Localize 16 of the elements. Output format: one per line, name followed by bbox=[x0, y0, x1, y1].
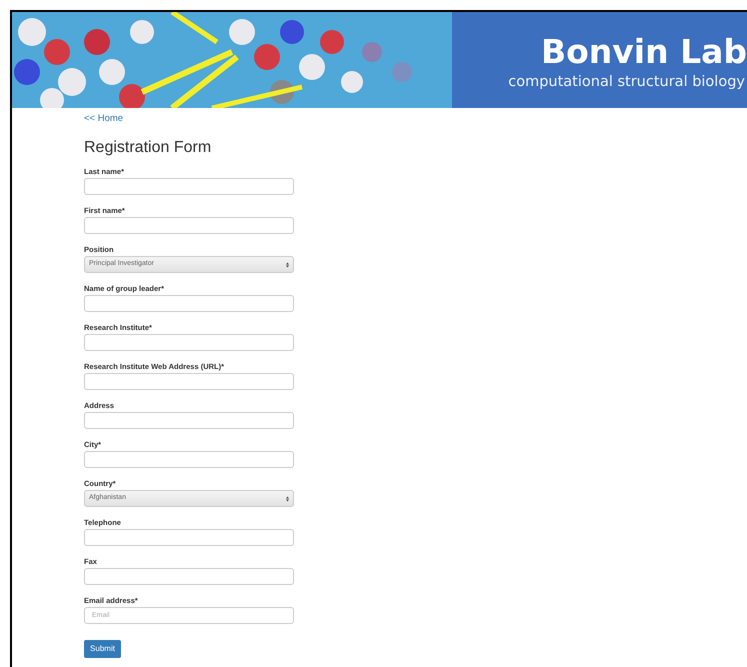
text-field[interactable] bbox=[84, 295, 294, 312]
home-link[interactable]: << Home bbox=[84, 113, 124, 125]
banner-subtitle: computational structural biology bbox=[508, 73, 745, 92]
banner-title: Bonvin Lab bbox=[540, 32, 747, 72]
text-field[interactable] bbox=[84, 451, 294, 468]
text-field[interactable] bbox=[84, 217, 294, 234]
text-field[interactable] bbox=[84, 412, 294, 429]
text-field[interactable] bbox=[84, 529, 294, 546]
text-field[interactable] bbox=[84, 568, 294, 585]
submit-button[interactable]: Submit bbox=[84, 640, 121, 658]
updown-icon bbox=[286, 496, 289, 502]
updown-icon bbox=[286, 262, 289, 268]
text-field[interactable] bbox=[84, 178, 294, 195]
text-field[interactable] bbox=[84, 373, 294, 390]
text-field[interactable] bbox=[84, 334, 294, 351]
form-heading: Registration Form bbox=[84, 138, 212, 158]
